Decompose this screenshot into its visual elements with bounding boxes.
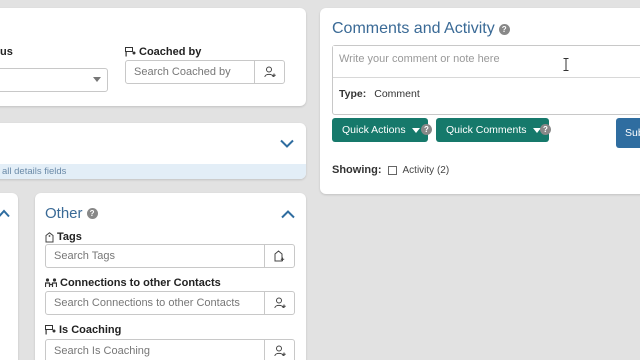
tag-icon bbox=[45, 231, 54, 242]
is-coaching-input[interactable] bbox=[46, 340, 264, 360]
status-select[interactable] bbox=[0, 68, 108, 92]
text-cursor-icon bbox=[563, 58, 569, 71]
activity-checkbox[interactable] bbox=[387, 165, 397, 175]
quick-comments-button[interactable]: Quick Comments bbox=[436, 118, 549, 142]
comment-textarea[interactable] bbox=[333, 46, 640, 78]
tags-label-row: Tags bbox=[45, 231, 82, 243]
other-card: Other ? Tags Connections to other Contac… bbox=[35, 193, 306, 360]
showing-label: Showing: bbox=[332, 164, 382, 176]
chevron-up-icon[interactable] bbox=[281, 210, 295, 219]
add-person-icon bbox=[273, 345, 286, 357]
add-person-icon bbox=[263, 66, 276, 78]
status-label: us bbox=[0, 46, 13, 58]
connections-label: Connections to other Contacts bbox=[60, 277, 221, 289]
coach-icon bbox=[125, 47, 136, 57]
comments-title-row: Comments and Activity ? bbox=[332, 20, 510, 38]
connections-lookup bbox=[45, 291, 295, 315]
help-icon[interactable]: ? bbox=[540, 124, 551, 135]
add-person-icon bbox=[273, 297, 286, 309]
tags-lookup bbox=[45, 244, 295, 268]
details-section-card: all details fields bbox=[0, 123, 306, 179]
is-coaching-lookup bbox=[45, 339, 295, 360]
help-icon[interactable]: ? bbox=[86, 208, 98, 219]
footer-text: all details fields bbox=[2, 166, 67, 177]
add-connection-button[interactable] bbox=[264, 292, 294, 314]
all-details-footer[interactable]: all details fields bbox=[0, 164, 306, 179]
type-label: Type: bbox=[339, 88, 367, 100]
comment-box: Type: Comment bbox=[332, 45, 640, 115]
add-tag-icon bbox=[274, 250, 285, 262]
tags-label: Tags bbox=[57, 231, 82, 243]
activity-option-label[interactable]: Activity (2) bbox=[403, 165, 450, 176]
connections-label-row: Connections to other Contacts bbox=[45, 277, 221, 289]
caret-down-icon bbox=[411, 127, 420, 133]
coach-icon bbox=[45, 325, 56, 335]
quick-comments-label: Quick Comments bbox=[446, 124, 527, 136]
comments-title: Comments and Activity bbox=[332, 20, 495, 37]
chevron-up-icon[interactable] bbox=[0, 209, 10, 218]
left-section-card bbox=[0, 193, 18, 360]
add-person-button[interactable] bbox=[254, 61, 284, 83]
other-card-title: Other bbox=[45, 205, 83, 222]
type-value: Comment bbox=[374, 88, 420, 100]
comments-activity-card: Comments and Activity ? Type: Comment Qu… bbox=[320, 8, 640, 194]
other-card-title-row: Other ? bbox=[45, 205, 98, 222]
type-row[interactable]: Type: Comment bbox=[339, 88, 420, 100]
help-icon[interactable]: ? bbox=[421, 124, 432, 135]
quick-actions-label: Quick Actions bbox=[342, 124, 406, 136]
add-tag-button[interactable] bbox=[264, 245, 294, 267]
chevron-down-icon bbox=[93, 77, 101, 82]
showing-filter: Showing: Activity (2) bbox=[332, 164, 449, 176]
connections-input[interactable] bbox=[46, 292, 264, 314]
quick-actions-button[interactable]: Quick Actions bbox=[332, 118, 428, 142]
top-details-card: us Coached by bbox=[0, 8, 306, 106]
submit-label: Sub bbox=[625, 127, 640, 139]
coached-by-label: Coached by bbox=[139, 46, 202, 58]
help-icon[interactable]: ? bbox=[498, 23, 510, 35]
submit-button[interactable]: Sub bbox=[616, 118, 640, 148]
connections-icon bbox=[45, 278, 57, 287]
coached-by-label-row: Coached by bbox=[125, 46, 201, 58]
chevron-down-icon[interactable] bbox=[280, 139, 294, 148]
coached-by-lookup bbox=[125, 60, 285, 84]
coached-by-input[interactable] bbox=[126, 61, 254, 83]
is-coaching-label: Is Coaching bbox=[59, 324, 122, 336]
is-coaching-label-row: Is Coaching bbox=[45, 324, 121, 336]
tags-input[interactable] bbox=[46, 245, 264, 267]
add-coachee-button[interactable] bbox=[264, 340, 294, 360]
